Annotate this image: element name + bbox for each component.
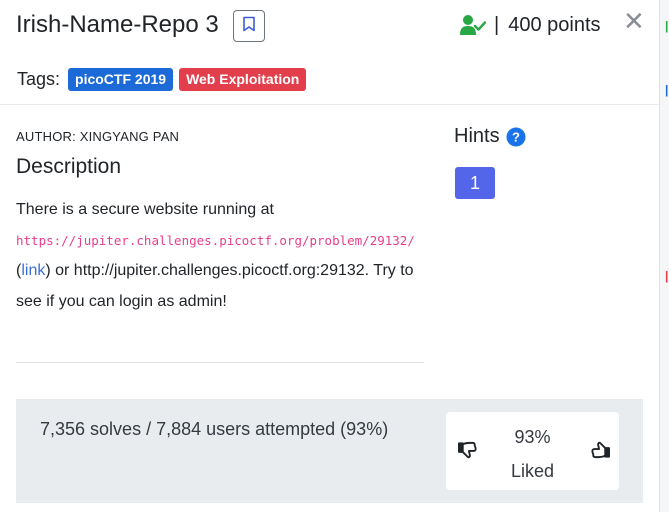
hints-heading: Hints ? [454,125,526,148]
strip-mark: | [665,19,669,33]
strip-mark: | [665,83,669,97]
challenge-url-code: https://jupiter.challenges.picoctf.org/p… [16,232,415,248]
header-divider [0,104,659,105]
tag-picoctf-2019[interactable]: picoCTF 2019 [68,67,174,91]
bookmark-icon [242,16,256,37]
challenge-title: Irish-Name-Repo 3 [16,11,219,38]
stats-footer: 7,356 solves / 7,884 users attempted (93… [16,399,643,503]
hints-label: Hints [454,125,500,147]
description-intro: There is a secure website running at [16,201,274,218]
tag-web-exploitation[interactable]: Web Exploitation [179,67,307,91]
description-heading: Description [16,155,122,178]
tags-label: Tags: [17,68,61,89]
paren-close-or: ) or [45,262,70,279]
like-stats: 93% Liked [486,420,579,488]
user-check-icon [460,14,486,36]
points-separator: | [494,13,500,36]
thumbs-down-icon[interactable] [458,441,477,464]
points-value: 400 points [508,13,601,36]
bookmark-button[interactable] [233,10,265,42]
description-divider [16,362,424,363]
solves-stats: 7,356 solves / 7,884 users attempted (93… [40,419,389,439]
challenge-link[interactable]: link [21,262,45,279]
svg-text:?: ? [512,129,520,144]
hint-button-1[interactable]: 1 [455,167,495,199]
liked-percent: 93% [514,427,551,447]
tags-row: Tags: picoCTF 2019 Web Exploitation [17,66,312,92]
close-icon[interactable]: ✕ [623,8,645,34]
background-strip: | | | [659,0,669,512]
points-display: | 400 points [460,10,601,40]
liked-label: Liked [510,461,555,481]
strip-mark: | [665,269,669,283]
like-card: 93% Liked [446,412,619,490]
challenge-modal: Irish-Name-Repo 3 | 400 points ✕ Tags: p… [0,0,659,512]
question-circle-icon[interactable]: ? [506,127,526,147]
plain-url-text: http://jupiter.challenges.picoctf.org:29… [73,262,370,279]
thumbs-up-icon[interactable] [591,441,610,464]
description-body: There is a secure website running at htt… [16,195,426,317]
author-label: AUTHOR: XINGYANG PAN [16,129,180,144]
